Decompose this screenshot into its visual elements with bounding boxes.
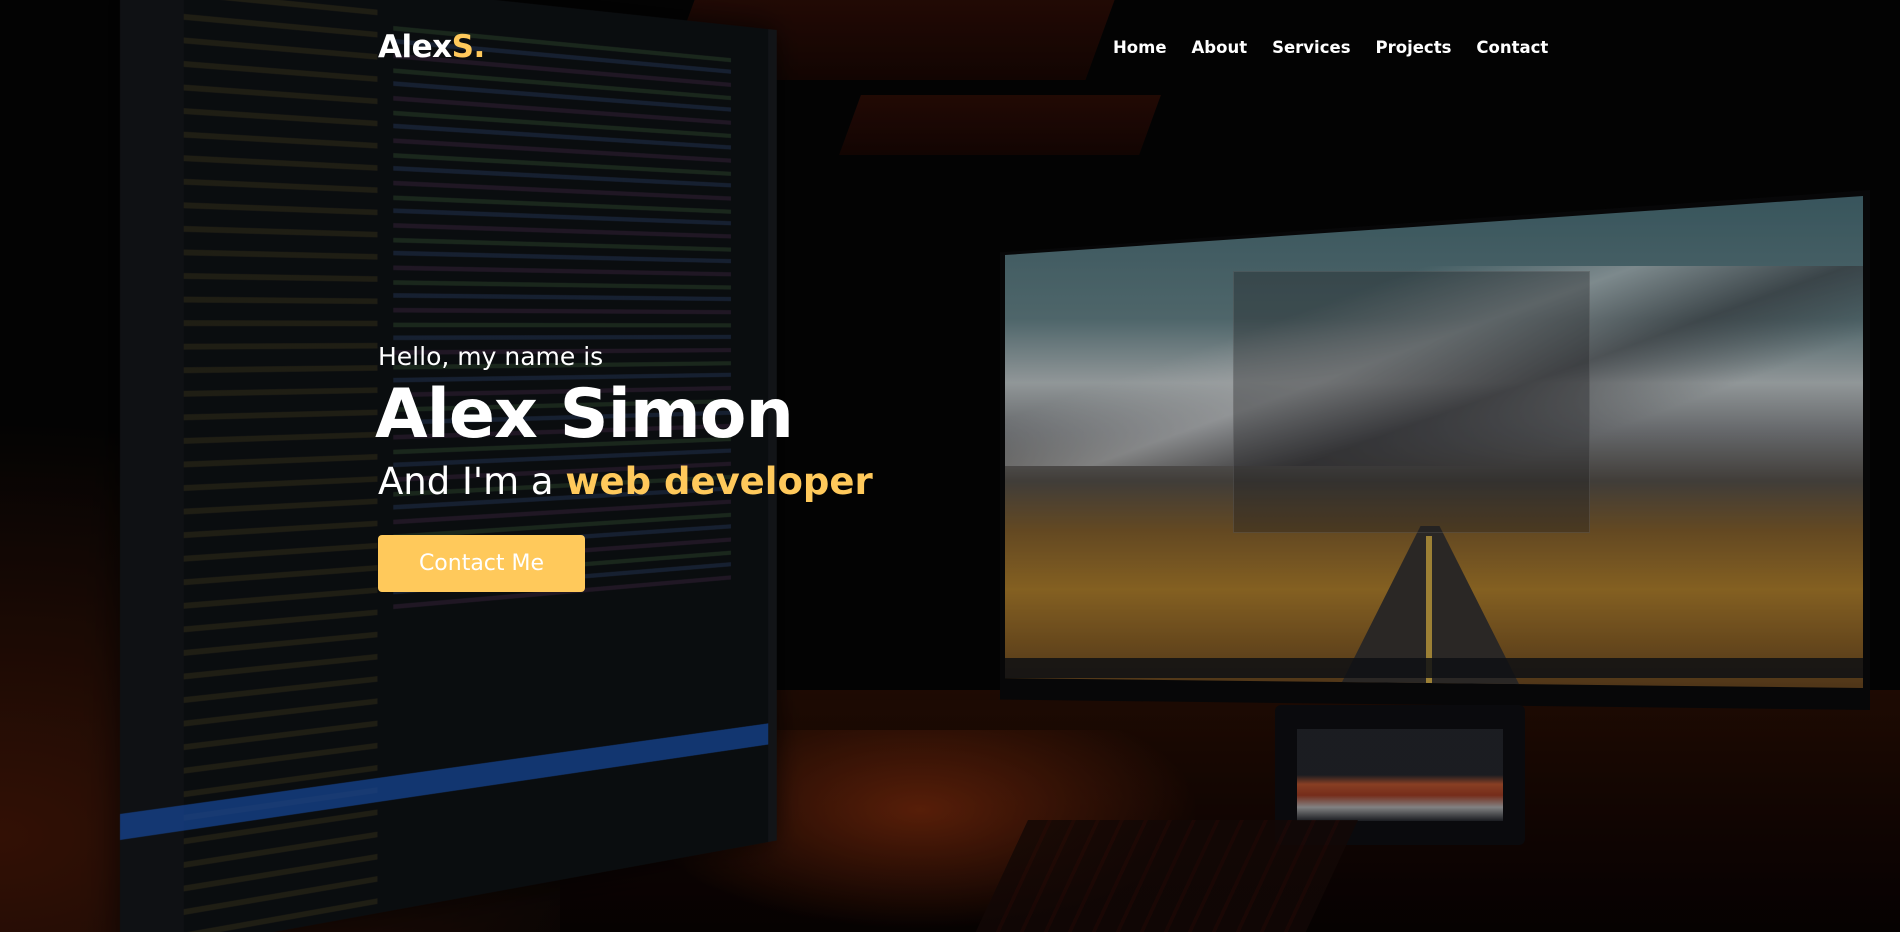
nav-link-about[interactable]: About	[1192, 38, 1248, 57]
nav-item-contact: Contact	[1476, 38, 1548, 57]
hero-role-text: And I'm a web developer	[378, 458, 1138, 506]
logo-text: Alex	[378, 29, 452, 65]
nav-link-contact[interactable]: Contact	[1476, 38, 1548, 57]
hero-role-prefix: And I'm a	[378, 460, 566, 503]
nav-item-projects: Projects	[1376, 38, 1452, 57]
nav-link-projects[interactable]: Projects	[1376, 38, 1452, 57]
hero-section: Hello, my name is Alex Simon And I'm a w…	[375, 340, 1138, 592]
nav-link-services[interactable]: Services	[1272, 38, 1350, 57]
hero-role-highlight: web developer	[565, 460, 873, 503]
site-logo[interactable]: AlexS.	[378, 29, 485, 65]
navbar: AlexS. Home About Services Projects Cont…	[0, 0, 1900, 100]
nav-menu: Home About Services Projects Contact	[1113, 38, 1573, 57]
nav-item-about: About	[1192, 38, 1248, 57]
hero-name-heading: Alex Simon	[375, 375, 794, 454]
nav-item-home: Home	[1113, 38, 1167, 57]
nav-link-home[interactable]: Home	[1113, 38, 1167, 57]
hero-intro-text: Hello, my name is	[378, 342, 604, 371]
contact-me-button[interactable]: Contact Me	[378, 535, 585, 592]
logo-accent: S.	[451, 29, 486, 65]
nav-item-services: Services	[1272, 38, 1350, 57]
